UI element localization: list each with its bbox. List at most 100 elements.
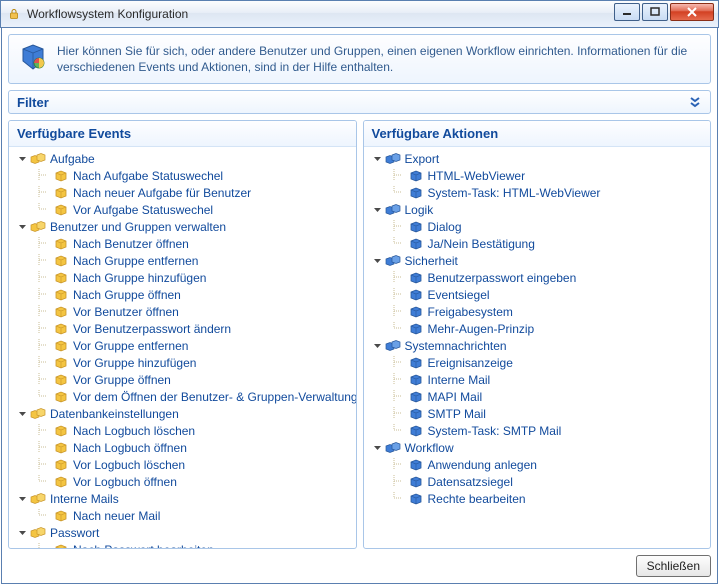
tree-item[interactable]: Mehr-Augen-Prinzip bbox=[368, 321, 709, 338]
events-column: Verfügbare Events AufgabeNach Aufgabe St… bbox=[8, 120, 357, 549]
tree-category-label: Interne Mails bbox=[48, 492, 119, 506]
tree-item-label: Vor dem Öffnen der Benutzer- & Gruppen-V… bbox=[71, 390, 356, 404]
tree-item[interactable]: Vor Gruppe öffnen bbox=[13, 372, 354, 389]
tree-branch-icon bbox=[35, 356, 51, 371]
tree-category[interactable]: Workflow Anwendung anlegenDatensatzsiegel… bbox=[368, 440, 709, 508]
tree-branch-icon bbox=[390, 305, 406, 320]
info-icon bbox=[19, 43, 47, 71]
tree-item[interactable]: Vor Benutzer öffnen bbox=[13, 304, 354, 321]
info-text: Hier können Sie für sich, oder andere Be… bbox=[57, 43, 700, 75]
tree-item-label: MAPI Mail bbox=[426, 390, 483, 404]
expander-icon[interactable] bbox=[17, 409, 28, 420]
expander-icon[interactable] bbox=[372, 205, 383, 216]
tree-item[interactable]: Nach Gruppe hinzufügen bbox=[13, 270, 354, 287]
maximize-button[interactable] bbox=[642, 3, 668, 21]
tree-item[interactable]: Datensatzsiegel bbox=[368, 474, 709, 491]
columns: Verfügbare Events AufgabeNach Aufgabe St… bbox=[8, 120, 711, 549]
tree-item[interactable]: Ja/Nein Bestätigung bbox=[368, 236, 709, 253]
tree-item[interactable]: Anwendung anlegen bbox=[368, 457, 709, 474]
expander-icon[interactable] bbox=[372, 256, 383, 267]
expander-icon[interactable] bbox=[17, 494, 28, 505]
package-icon bbox=[53, 542, 69, 548]
tree-item[interactable]: Rechte bearbeiten bbox=[368, 491, 709, 508]
tree-item[interactable]: Eventsiegel bbox=[368, 287, 709, 304]
tree-item[interactable]: Vor Logbuch öffnen bbox=[13, 474, 354, 491]
package-group-icon bbox=[30, 491, 46, 507]
tree-item[interactable]: Vor Gruppe entfernen bbox=[13, 338, 354, 355]
tree-category[interactable]: Benutzer und Gruppen verwaltenNach Benut… bbox=[13, 219, 354, 406]
events-body[interactable]: AufgabeNach Aufgabe StatuswechelNach neu… bbox=[9, 147, 356, 548]
tree-item[interactable]: Freigabesystem bbox=[368, 304, 709, 321]
tree-category[interactable]: DatenbankeinstellungenNach Logbuch lösch… bbox=[13, 406, 354, 491]
tree-item-label: Vor Benutzer öffnen bbox=[71, 305, 179, 319]
tree-item[interactable]: Vor dem Öffnen der Benutzer- & Gruppen-V… bbox=[13, 389, 354, 406]
expander-icon[interactable] bbox=[17, 154, 28, 165]
expander-icon[interactable] bbox=[372, 341, 383, 352]
tree-item-label: Nach neuer Aufgabe für Benutzer bbox=[71, 186, 251, 200]
tree-branch-icon bbox=[390, 373, 406, 388]
expander-icon[interactable] bbox=[17, 528, 28, 539]
tree-category[interactable]: PasswortNach Passwort bearbeiten bbox=[13, 525, 354, 548]
tree-item-label: Vor Gruppe entfernen bbox=[71, 339, 188, 353]
tree-item[interactable]: Nach Logbuch öffnen bbox=[13, 440, 354, 457]
tree-branch-icon bbox=[35, 237, 51, 252]
tree-item[interactable]: Vor Aufgabe Statuswechel bbox=[13, 202, 354, 219]
tree-item[interactable]: Nach neuer Aufgabe für Benutzer bbox=[13, 185, 354, 202]
actions-header: Verfügbare Aktionen bbox=[364, 121, 711, 147]
tree-item[interactable]: MAPI Mail bbox=[368, 389, 709, 406]
tree-item[interactable]: Benutzerpasswort eingeben bbox=[368, 270, 709, 287]
tree-category-label: Export bbox=[403, 152, 440, 166]
tree-category[interactable]: SystemnachrichtenEreignisanzeigeInterne … bbox=[368, 338, 709, 440]
actions-column: Verfügbare Aktionen Export HTML-WebViewer… bbox=[363, 120, 712, 549]
tree-category-label: Workflow bbox=[403, 441, 454, 455]
tree-item[interactable]: Nach Gruppe öffnen bbox=[13, 287, 354, 304]
tree-item[interactable]: SMTP Mail bbox=[368, 406, 709, 423]
tree-item[interactable]: System-Task: HTML-WebViewer bbox=[368, 185, 709, 202]
tree-category[interactable]: SicherheitBenutzerpasswort eingebenEvent… bbox=[368, 253, 709, 338]
package-group-icon bbox=[30, 219, 46, 235]
actions-body[interactable]: Export HTML-WebViewerSystem-Task: HTML-We… bbox=[364, 147, 711, 548]
tree-item-label: Datensatzsiegel bbox=[426, 475, 513, 489]
cube-icon bbox=[408, 321, 424, 337]
minimize-button[interactable] bbox=[614, 3, 640, 21]
tree-item[interactable]: Nach Aufgabe Statuswechel bbox=[13, 168, 354, 185]
expand-icon[interactable] bbox=[688, 95, 702, 109]
tree-branch-icon bbox=[390, 390, 406, 405]
filter-panel[interactable]: Filter bbox=[8, 90, 711, 113]
cube-icon bbox=[408, 185, 424, 201]
tree-item[interactable]: Nach Gruppe entfernen bbox=[13, 253, 354, 270]
tree-item[interactable]: Vor Gruppe hinzufügen bbox=[13, 355, 354, 372]
tree-item[interactable]: Dialog bbox=[368, 219, 709, 236]
close-dialog-button[interactable]: Schließen bbox=[636, 555, 711, 577]
tree-item[interactable]: HTML-WebViewer bbox=[368, 168, 709, 185]
tree-category[interactable]: AufgabeNach Aufgabe StatuswechelNach neu… bbox=[13, 151, 354, 219]
tree-item[interactable]: Interne Mail bbox=[368, 372, 709, 389]
tree-item[interactable]: Vor Logbuch löschen bbox=[13, 457, 354, 474]
package-icon bbox=[53, 185, 69, 201]
tree-branch-icon bbox=[35, 509, 51, 524]
expander-icon[interactable] bbox=[372, 443, 383, 454]
tree-branch-icon bbox=[35, 288, 51, 303]
package-icon bbox=[53, 287, 69, 303]
expander-icon[interactable] bbox=[372, 154, 383, 165]
tree-item[interactable]: System-Task: SMTP Mail bbox=[368, 423, 709, 440]
tree-category[interactable]: Interne Mails Nach neuer Mail bbox=[13, 491, 354, 525]
tree-category[interactable]: Export HTML-WebViewerSystem-Task: HTML-We… bbox=[368, 151, 709, 202]
tree-category[interactable]: LogikDialogJa/Nein Bestätigung bbox=[368, 202, 709, 253]
tree-item[interactable]: Nach Benutzer öffnen bbox=[13, 236, 354, 253]
tree-branch-icon bbox=[390, 458, 406, 473]
footer: Schließen bbox=[8, 549, 711, 577]
expander-icon[interactable] bbox=[17, 222, 28, 233]
tree-branch-icon bbox=[35, 424, 51, 439]
close-button[interactable] bbox=[670, 3, 714, 21]
tree-branch-icon bbox=[35, 475, 51, 490]
cube-icon bbox=[408, 372, 424, 388]
tree-item[interactable]: Vor Benutzerpasswort ändern bbox=[13, 321, 354, 338]
tree-branch-icon bbox=[390, 475, 406, 490]
cube-icon bbox=[408, 389, 424, 405]
tree-item[interactable]: Nach Passwort bearbeiten bbox=[13, 542, 354, 548]
cube-icon bbox=[408, 236, 424, 252]
tree-item[interactable]: Nach neuer Mail bbox=[13, 508, 354, 525]
tree-item[interactable]: Ereignisanzeige bbox=[368, 355, 709, 372]
tree-item[interactable]: Nach Logbuch löschen bbox=[13, 423, 354, 440]
